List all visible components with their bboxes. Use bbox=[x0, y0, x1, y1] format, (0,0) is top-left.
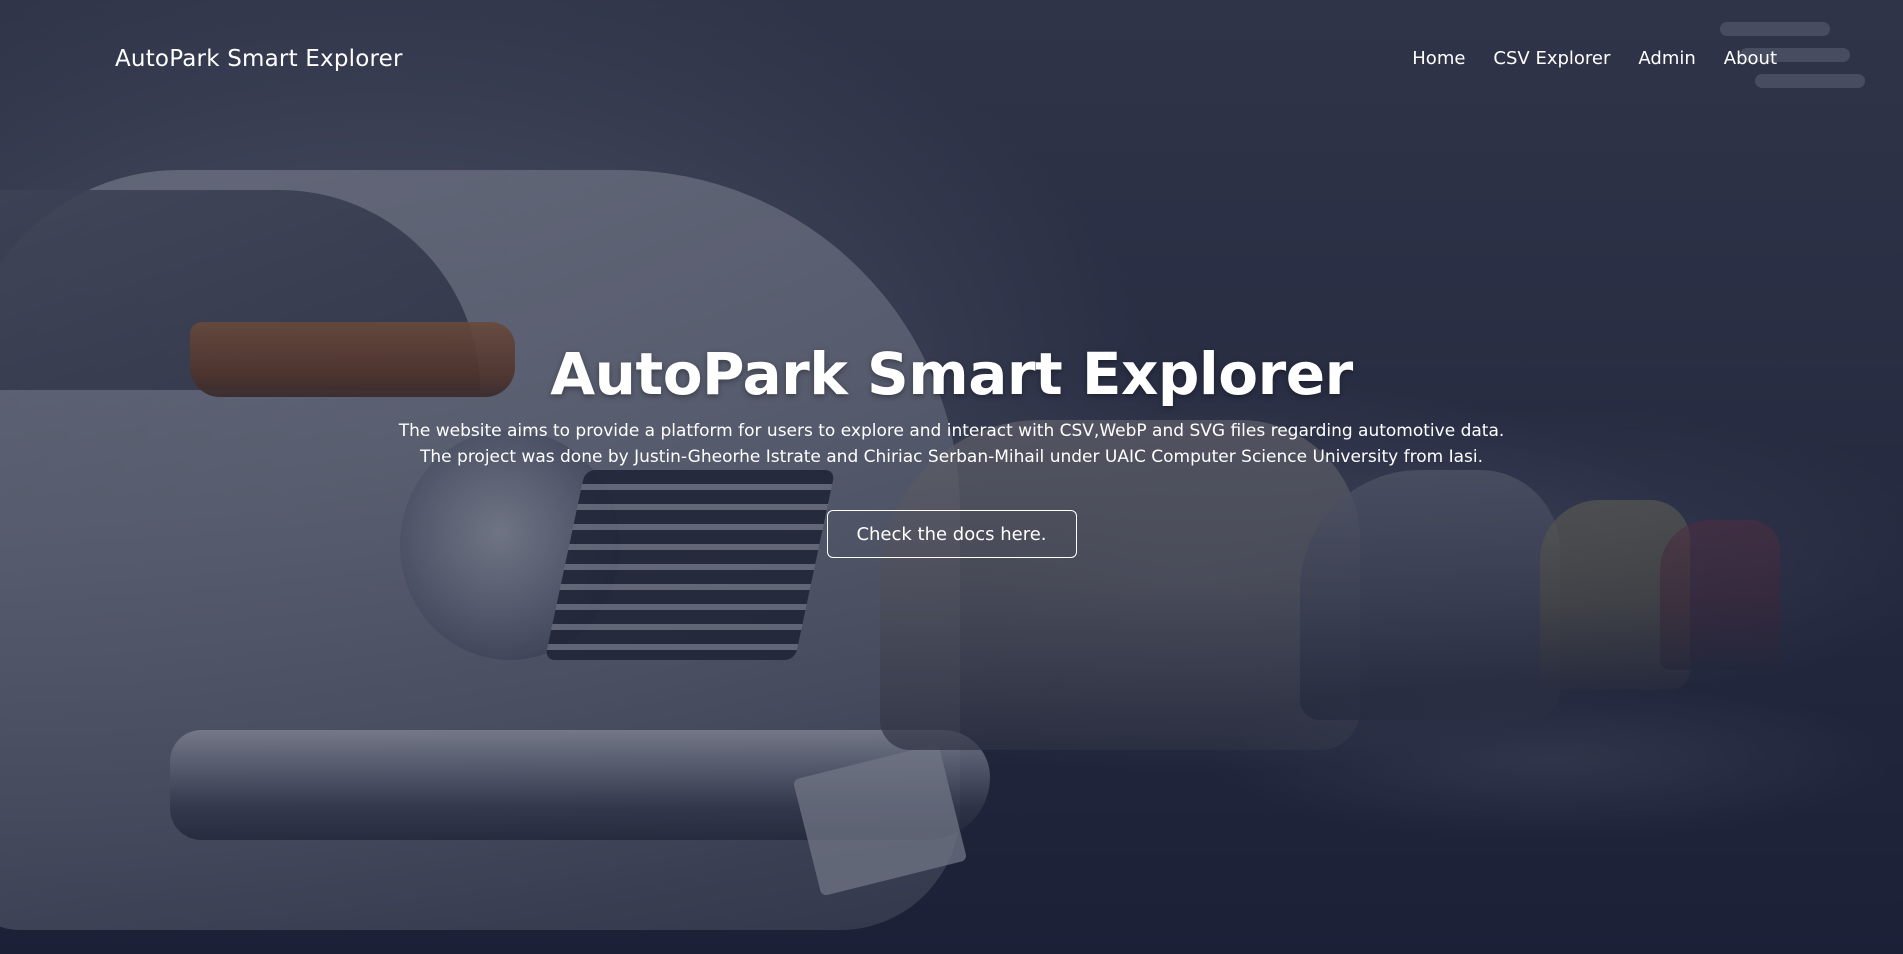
docs-button[interactable]: Check the docs here. bbox=[826, 510, 1077, 558]
hero-section: AutoPark Smart Explorer Home CSV Explore… bbox=[0, 0, 1903, 954]
nav-link-csv-explorer[interactable]: CSV Explorer bbox=[1493, 48, 1610, 69]
nav-links: Home CSV Explorer Admin About bbox=[1412, 48, 1777, 69]
navbar: AutoPark Smart Explorer Home CSV Explore… bbox=[0, 0, 1903, 120]
nav-link-admin[interactable]: Admin bbox=[1638, 48, 1695, 69]
hero-description: The website aims to provide a platform f… bbox=[0, 418, 1903, 470]
brand-link[interactable]: AutoPark Smart Explorer bbox=[115, 46, 403, 72]
hero-title: AutoPark Smart Explorer bbox=[550, 340, 1353, 408]
hero-description-line-1: The website aims to provide a platform f… bbox=[398, 421, 1505, 441]
nav-link-home[interactable]: Home bbox=[1412, 48, 1465, 69]
hero-content: AutoPark Smart Explorer The website aims… bbox=[0, 338, 1903, 558]
nav-link-about[interactable]: About bbox=[1724, 48, 1777, 69]
hero-description-line-2: The project was done by Justin-Gheorhe I… bbox=[420, 447, 1483, 467]
